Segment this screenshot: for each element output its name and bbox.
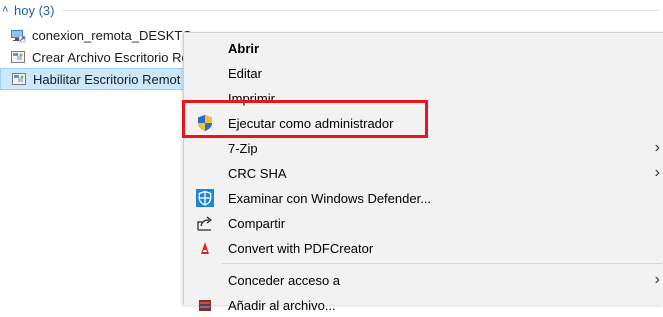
menu-item-label: Convert with PDFCreator: [228, 240, 374, 256]
menu-item-label: CRC SHA: [228, 165, 287, 181]
menu-item-label: Abrir: [228, 40, 260, 56]
menu-item-open[interactable]: Abrir: [184, 36, 663, 60]
menu-item-label: Examinar con Windows Defender...: [228, 190, 432, 206]
context-menu: Abrir Editar Imprimir Ejecutar como admi…: [183, 32, 663, 313]
menu-separator: [222, 263, 662, 264]
menu-item-label: 7-Zip: [228, 140, 258, 156]
menu-item-print[interactable]: Imprimir: [184, 86, 663, 110]
menu-item-label: Ejecutar como administrador: [228, 115, 394, 131]
menu-item-run-as-admin[interactable]: Ejecutar como administrador: [184, 111, 663, 135]
chevron-right-icon: ›: [654, 139, 660, 156]
winrar-icon: [196, 296, 214, 314]
menu-item-label: Imprimir: [228, 90, 275, 106]
chevron-right-icon: ›: [654, 271, 660, 288]
uac-shield-icon: [196, 114, 214, 132]
registry-file-icon: [11, 71, 27, 87]
menu-item-label: Compartir: [228, 215, 286, 231]
menu-item-pdfcreator[interactable]: Convert with PDFCreator: [184, 236, 663, 260]
menu-item-grant-access[interactable]: Conceder acceso a ›: [184, 268, 663, 292]
menu-item-crc-sha[interactable]: CRC SHA ›: [184, 161, 663, 185]
group-header[interactable]: ˄ hoy (3): [0, 0, 663, 20]
registry-file-icon: [10, 49, 26, 65]
share-icon: [196, 214, 214, 232]
menu-item-add-archive[interactable]: Añadir al archivo...: [184, 293, 663, 317]
file-row-conexion[interactable]: conexion_remota_DESKTC: [0, 24, 190, 46]
menu-item-label: Añadir al archivo...: [228, 297, 336, 313]
file-row-crear-archivo[interactable]: Crear Archivo Escritorio Re: [0, 46, 190, 68]
file-row-habilitar-escritorio[interactable]: Habilitar Escritorio Remot: [0, 68, 188, 90]
chevron-right-icon: ›: [654, 164, 660, 181]
pdfcreator-icon: [196, 239, 214, 257]
menu-item-edit[interactable]: Editar: [184, 61, 663, 85]
file-name: Crear Archivo Escritorio Re: [32, 49, 189, 65]
menu-item-label: Conceder acceso a: [228, 272, 341, 288]
group-title: hoy (3): [14, 2, 55, 18]
remote-desktop-icon: [10, 27, 26, 43]
menu-item-windows-defender[interactable]: Examinar con Windows Defender...: [184, 186, 663, 210]
menu-item-label: Editar: [228, 65, 262, 81]
windows-defender-icon: [196, 189, 214, 207]
menu-item-share[interactable]: Compartir: [184, 211, 663, 235]
chevron-up-icon[interactable]: ˄: [2, 4, 12, 16]
file-list: conexion_remota_DESKTC Crear Archivo Esc…: [0, 24, 190, 90]
group-divider: [62, 9, 659, 11]
file-name: conexion_remota_DESKTC: [32, 27, 190, 43]
file-name: Habilitar Escritorio Remot: [33, 71, 181, 87]
menu-item-7zip[interactable]: 7-Zip ›: [184, 136, 663, 160]
